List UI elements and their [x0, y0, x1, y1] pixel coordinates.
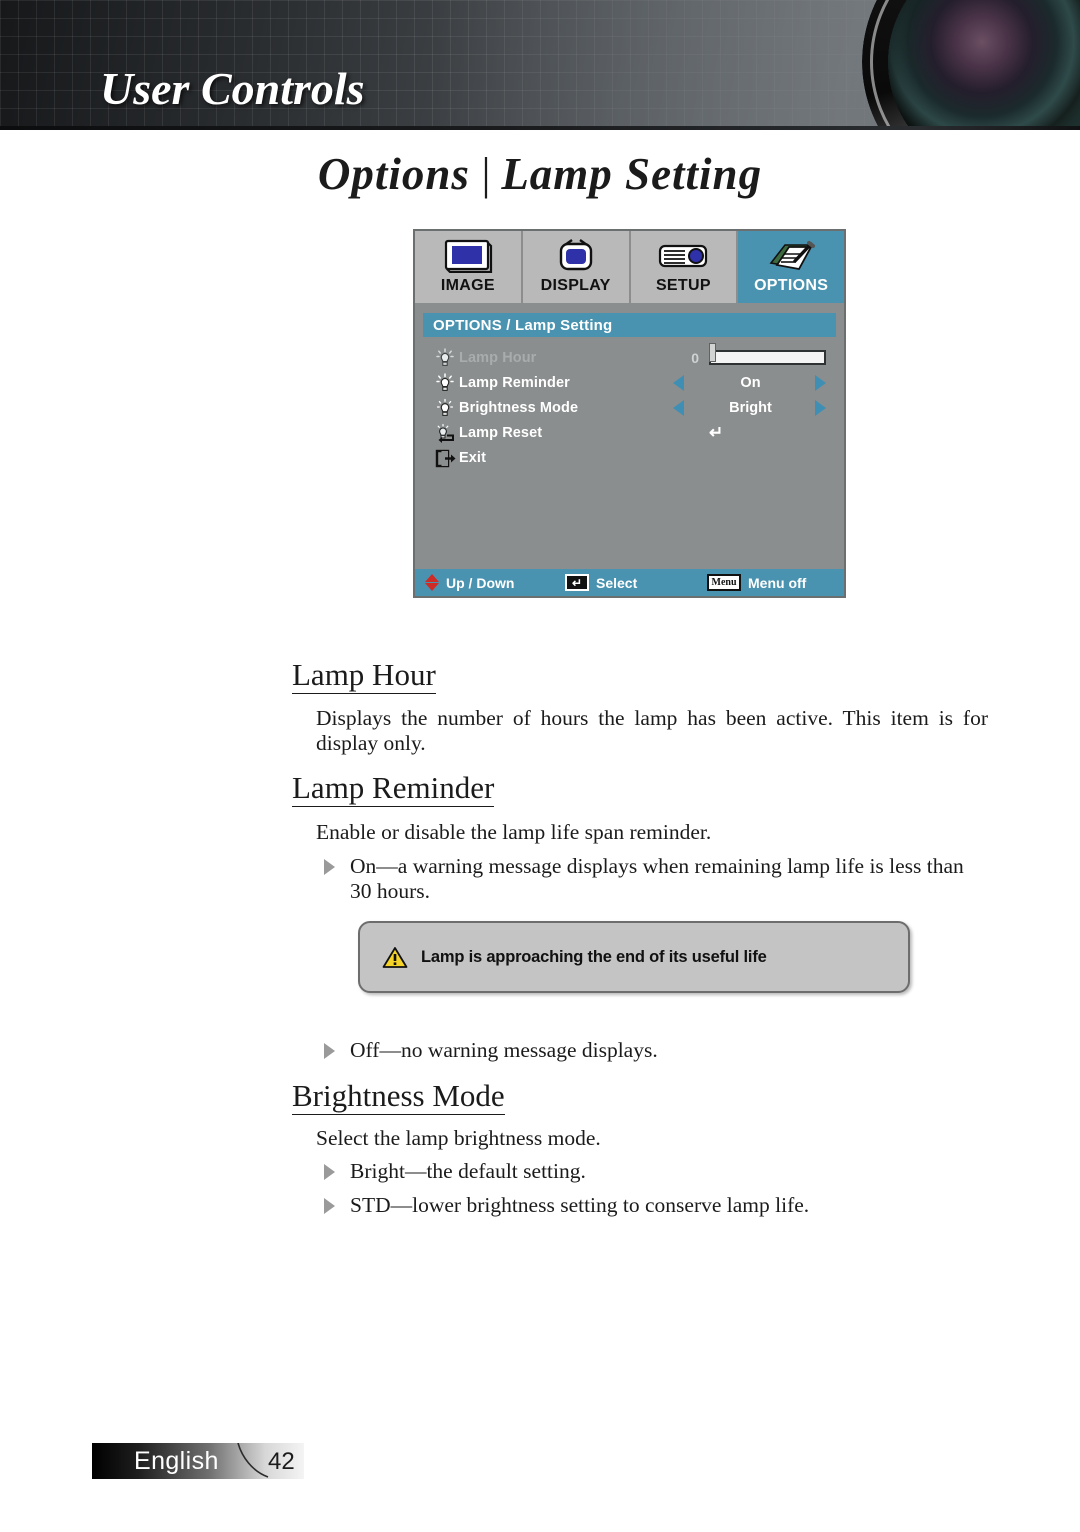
header-title: User Controls [100, 63, 365, 114]
page-header-banner: User Controls [0, 0, 1080, 130]
osd-breadcrumb-heading: OPTIONS / Lamp Setting [423, 313, 836, 337]
page-title-right: Lamp Setting [501, 149, 763, 199]
section-heading-lamp-reminder: Lamp Reminder [292, 770, 495, 807]
bullet-lamp-reminder-off-text: Off—no warning message displays. [350, 1038, 658, 1062]
tab-display[interactable]: DISPLAY [522, 231, 631, 303]
osd-row-brightness-mode-label: Brightness Mode [459, 399, 579, 416]
status-up-down-label: Up / Down [446, 574, 515, 591]
bullet-brightness-std: STD—lower brightness setting to conserve… [324, 1193, 990, 1218]
osd-menu: IMAGE DISPLAY SETUP OPTIONS OPTIONS / La… [413, 229, 846, 598]
tab-options-label: OPTIONS [754, 277, 829, 294]
lamp-hour-value: 0 [691, 349, 699, 366]
bullet-lamp-reminder-on: On—a warning message displays when remai… [324, 854, 990, 905]
osd-row-brightness-mode-control[interactable]: Bright [673, 395, 844, 420]
lamp-reset-icon [431, 423, 459, 443]
brightness-mode-value: Bright [729, 399, 772, 416]
status-select: ↵ Select [565, 574, 707, 591]
lamp-hour-progress-bar [709, 350, 826, 365]
tab-setup-label: SETUP [655, 277, 711, 294]
tab-image[interactable]: IMAGE [415, 231, 523, 303]
left-arrow-icon[interactable] [673, 399, 684, 416]
osd-row-exit[interactable]: Exit [415, 445, 844, 470]
section-heading-brightness-mode: Brightness Mode [292, 1078, 505, 1115]
osd-row-lamp-hour-control: 0 [673, 343, 844, 370]
exit-door-icon [431, 448, 459, 468]
bullet-brightness-std-text: STD—lower brightness setting to conserve… [350, 1193, 810, 1217]
osd-tab-underbar [415, 303, 844, 313]
osd-tab-bar: IMAGE DISPLAY SETUP OPTIONS [415, 231, 844, 303]
osd-row-exit-control [673, 445, 844, 470]
osd-status-bar: Up / Down ↵ Select Menu Menu off [415, 569, 844, 596]
status-select-label: Select [596, 574, 638, 591]
warning-dialog-message: Lamp is approaching the end of its usefu… [421, 947, 767, 966]
status-menu-off: Menu Menu off [707, 574, 806, 591]
tab-options[interactable]: OPTIONS [738, 231, 844, 303]
bullet-marker-icon [324, 1043, 335, 1059]
osd-row-lamp-reset-label: Lamp Reset [459, 424, 543, 441]
status-menu-off-label: Menu off [748, 574, 807, 591]
right-arrow-icon[interactable] [815, 374, 826, 391]
bullet-marker-icon [324, 1164, 335, 1180]
osd-row-lamp-hour-label: Lamp Hour [459, 349, 537, 366]
osd-row-lamp-hour: Lamp Hour 0 [415, 343, 844, 370]
document-pen-icon [765, 237, 817, 275]
bullet-brightness-bright: Bright—the default setting. [324, 1159, 990, 1184]
up-down-arrows-icon [425, 574, 439, 591]
section-heading-lamp-hour: Lamp Hour [292, 657, 436, 694]
osd-row-lamp-reminder-label: Lamp Reminder [459, 374, 570, 391]
left-arrow-icon[interactable] [673, 374, 684, 391]
bullet-marker-icon [324, 1198, 335, 1214]
header-gradient-overlay [430, 0, 930, 130]
television-icon [551, 237, 601, 275]
osd-menu-items: Lamp Hour 0 Lamp Reminder On Brightness … [415, 337, 844, 569]
enter-key-icon: ↵ [565, 574, 589, 591]
osd-row-lamp-reminder[interactable]: Lamp Reminder On [415, 370, 844, 395]
lamp-hour-slider-knob[interactable] [709, 343, 716, 362]
warning-dialog: Lamp is approaching the end of its usefu… [358, 921, 910, 993]
enter-arrow-icon[interactable]: ↵ [709, 424, 723, 441]
section-paragraph-lamp-hour: Displays the number of hours the lamp ha… [316, 706, 988, 756]
footer-language-label: English [134, 1446, 219, 1475]
warning-triangle-icon [382, 946, 408, 969]
page-title: Options | Lamp Setting [0, 148, 1080, 200]
osd-row-lamp-reset[interactable]: Lamp Reset ↵ [415, 420, 844, 445]
lamp-rays-icon [431, 347, 459, 368]
bullet-brightness-bright-text: Bright—the default setting. [350, 1159, 586, 1183]
tab-display-label: DISPLAY [540, 277, 611, 294]
status-up-down: Up / Down [425, 574, 565, 591]
tab-image-label: IMAGE [440, 277, 495, 294]
projector-icon [655, 237, 711, 275]
camera-lens-outer-ring-icon [870, 0, 1080, 130]
osd-row-lamp-reset-control[interactable]: ↵ [673, 420, 844, 445]
page-title-separator: | [478, 149, 493, 199]
lamp-bulb-icon [431, 398, 459, 418]
lamp-rays-icon [431, 372, 459, 393]
page-title-left: Options [317, 149, 470, 199]
lamp-reminder-value: On [740, 374, 761, 391]
header-divider [0, 126, 1080, 130]
menu-key-icon: Menu [707, 574, 741, 591]
osd-row-exit-label: Exit [459, 449, 486, 466]
bullet-marker-icon [324, 859, 335, 875]
osd-row-lamp-reminder-control[interactable]: On [673, 370, 844, 395]
monitor-icon [443, 237, 493, 275]
right-arrow-icon[interactable] [815, 399, 826, 416]
bullet-lamp-reminder-off: Off—no warning message displays. [324, 1038, 990, 1063]
section-paragraph-brightness-mode: Select the lamp brightness mode. [316, 1126, 601, 1150]
footer-page-number: 42 [268, 1448, 295, 1475]
bullet-lamp-reminder-on-text: On—a warning message displays when remai… [350, 854, 964, 904]
tab-setup[interactable]: SETUP [630, 231, 739, 303]
osd-row-brightness-mode[interactable]: Brightness Mode Bright [415, 395, 844, 420]
section-paragraph-lamp-reminder: Enable or disable the lamp life span rem… [316, 820, 712, 844]
